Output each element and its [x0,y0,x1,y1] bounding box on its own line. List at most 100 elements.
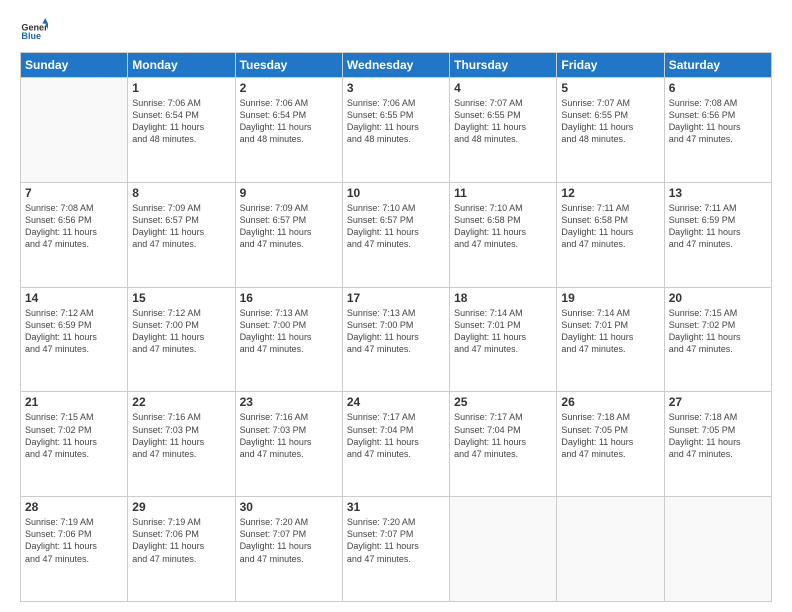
calendar-cell: 20 Sunrise: 7:15 AM Sunset: 7:02 PM Dayli… [664,287,771,392]
day-number: 26 [561,395,659,409]
day-info: Sunrise: 7:06 AM Sunset: 6:54 PM Dayligh… [240,97,338,146]
day-info: Sunrise: 7:19 AM Sunset: 7:06 PM Dayligh… [132,516,230,565]
calendar-cell: 4 Sunrise: 7:07 AM Sunset: 6:55 PM Daylig… [450,78,557,183]
day-info: Sunrise: 7:19 AM Sunset: 7:06 PM Dayligh… [25,516,123,565]
calendar-cell: 22 Sunrise: 7:16 AM Sunset: 7:03 PM Dayli… [128,392,235,497]
day-info: Sunrise: 7:12 AM Sunset: 6:59 PM Dayligh… [25,307,123,356]
svg-text:Blue: Blue [21,31,41,41]
calendar-cell: 30 Sunrise: 7:20 AM Sunset: 7:07 PM Dayli… [235,497,342,602]
day-number: 18 [454,291,552,305]
calendar-cell: 3 Sunrise: 7:06 AM Sunset: 6:55 PM Daylig… [342,78,449,183]
calendar-cell: 1 Sunrise: 7:06 AM Sunset: 6:54 PM Daylig… [128,78,235,183]
day-number: 2 [240,81,338,95]
day-number: 9 [240,186,338,200]
day-info: Sunrise: 7:14 AM Sunset: 7:01 PM Dayligh… [454,307,552,356]
day-info: Sunrise: 7:18 AM Sunset: 7:05 PM Dayligh… [561,411,659,460]
calendar-cell: 17 Sunrise: 7:13 AM Sunset: 7:00 PM Dayli… [342,287,449,392]
day-info: Sunrise: 7:14 AM Sunset: 7:01 PM Dayligh… [561,307,659,356]
day-info: Sunrise: 7:07 AM Sunset: 6:55 PM Dayligh… [454,97,552,146]
calendar-cell: 23 Sunrise: 7:16 AM Sunset: 7:03 PM Dayli… [235,392,342,497]
day-info: Sunrise: 7:13 AM Sunset: 7:00 PM Dayligh… [347,307,445,356]
day-number: 15 [132,291,230,305]
day-number: 14 [25,291,123,305]
day-info: Sunrise: 7:11 AM Sunset: 6:58 PM Dayligh… [561,202,659,251]
calendar-week-row: 14 Sunrise: 7:12 AM Sunset: 6:59 PM Dayli… [21,287,772,392]
day-info: Sunrise: 7:10 AM Sunset: 6:57 PM Dayligh… [347,202,445,251]
day-number: 29 [132,500,230,514]
weekday-header: Monday [128,53,235,78]
weekday-header: Wednesday [342,53,449,78]
day-info: Sunrise: 7:15 AM Sunset: 7:02 PM Dayligh… [669,307,767,356]
calendar-cell: 13 Sunrise: 7:11 AM Sunset: 6:59 PM Dayli… [664,182,771,287]
calendar-cell: 11 Sunrise: 7:10 AM Sunset: 6:58 PM Dayli… [450,182,557,287]
day-info: Sunrise: 7:18 AM Sunset: 7:05 PM Dayligh… [669,411,767,460]
day-number: 7 [25,186,123,200]
calendar-cell: 31 Sunrise: 7:20 AM Sunset: 7:07 PM Dayli… [342,497,449,602]
day-number: 4 [454,81,552,95]
day-number: 20 [669,291,767,305]
day-number: 21 [25,395,123,409]
day-number: 22 [132,395,230,409]
day-number: 13 [669,186,767,200]
day-info: Sunrise: 7:17 AM Sunset: 7:04 PM Dayligh… [454,411,552,460]
day-number: 11 [454,186,552,200]
day-info: Sunrise: 7:09 AM Sunset: 6:57 PM Dayligh… [240,202,338,251]
weekday-header: Saturday [664,53,771,78]
calendar-cell: 16Sunrise: 7:13 AM Sunset: 7:00 PM Dayli… [235,287,342,392]
calendar-cell: 21 Sunrise: 7:15 AM Sunset: 7:02 PM Dayli… [21,392,128,497]
day-info: Sunrise: 7:16 AM Sunset: 7:03 PM Dayligh… [132,411,230,460]
day-number: 19 [561,291,659,305]
day-number: 28 [25,500,123,514]
day-number: 8 [132,186,230,200]
calendar-week-row: 28 Sunrise: 7:19 AM Sunset: 7:06 PM Dayli… [21,497,772,602]
calendar-cell: 27 Sunrise: 7:18 AM Sunset: 7:05 PM Dayli… [664,392,771,497]
calendar-cell: 8 Sunrise: 7:09 AM Sunset: 6:57 PM Daylig… [128,182,235,287]
calendar-cell: 15 Sunrise: 7:12 AM Sunset: 7:00 PM Dayli… [128,287,235,392]
day-info: Sunrise: 7:17 AM Sunset: 7:04 PM Dayligh… [347,411,445,460]
calendar-cell: 26 Sunrise: 7:18 AM Sunset: 7:05 PM Dayli… [557,392,664,497]
day-number: 27 [669,395,767,409]
day-info: Sunrise: 7:15 AM Sunset: 7:02 PM Dayligh… [25,411,123,460]
day-number: 23 [240,395,338,409]
day-info: Sunrise: 7:16 AM Sunset: 7:03 PM Dayligh… [240,411,338,460]
day-number: 31 [347,500,445,514]
day-info: Sunrise: 7:13 AM Sunset: 7:00 PM Dayligh… [240,307,338,356]
calendar-cell: 28 Sunrise: 7:19 AM Sunset: 7:06 PM Dayli… [21,497,128,602]
weekday-header: Thursday [450,53,557,78]
calendar-cell: 10 Sunrise: 7:10 AM Sunset: 6:57 PM Dayli… [342,182,449,287]
day-number: 24 [347,395,445,409]
weekday-header: Tuesday [235,53,342,78]
calendar-header-row: SundayMondayTuesdayWednesdayThursdayFrid… [21,53,772,78]
calendar-cell: 9 Sunrise: 7:09 AM Sunset: 6:57 PM Daylig… [235,182,342,287]
calendar-cell: 7Sunrise: 7:08 AM Sunset: 6:56 PM Daylig… [21,182,128,287]
calendar-week-row: 1 Sunrise: 7:06 AM Sunset: 6:54 PM Daylig… [21,78,772,183]
day-info: Sunrise: 7:11 AM Sunset: 6:59 PM Dayligh… [669,202,767,251]
weekday-header: Friday [557,53,664,78]
day-info: Sunrise: 7:20 AM Sunset: 7:07 PM Dayligh… [347,516,445,565]
day-info: Sunrise: 7:09 AM Sunset: 6:57 PM Dayligh… [132,202,230,251]
day-info: Sunrise: 7:10 AM Sunset: 6:58 PM Dayligh… [454,202,552,251]
calendar-cell: 12 Sunrise: 7:11 AM Sunset: 6:58 PM Dayli… [557,182,664,287]
day-info: Sunrise: 7:06 AM Sunset: 6:54 PM Dayligh… [132,97,230,146]
day-number: 3 [347,81,445,95]
day-info: Sunrise: 7:20 AM Sunset: 7:07 PM Dayligh… [240,516,338,565]
day-number: 30 [240,500,338,514]
day-number: 25 [454,395,552,409]
day-info: Sunrise: 7:06 AM Sunset: 6:55 PM Dayligh… [347,97,445,146]
day-number: 17 [347,291,445,305]
day-number: 1 [132,81,230,95]
calendar-cell: 6Sunrise: 7:08 AM Sunset: 6:56 PM Daylig… [664,78,771,183]
calendar-cell: 29 Sunrise: 7:19 AM Sunset: 7:06 PM Dayli… [128,497,235,602]
calendar-cell: 19 Sunrise: 7:14 AM Sunset: 7:01 PM Dayli… [557,287,664,392]
logo-icon: General Blue [20,18,48,46]
calendar-cell [21,78,128,183]
day-number: 10 [347,186,445,200]
calendar-cell: 2 Sunrise: 7:06 AM Sunset: 6:54 PM Daylig… [235,78,342,183]
calendar-cell: 25 Sunrise: 7:17 AM Sunset: 7:04 PM Dayli… [450,392,557,497]
calendar-cell: 24 Sunrise: 7:17 AM Sunset: 7:04 PM Dayli… [342,392,449,497]
calendar-cell: 5Sunrise: 7:07 AM Sunset: 6:55 PM Daylig… [557,78,664,183]
header: General Blue [20,18,772,46]
day-number: 12 [561,186,659,200]
calendar-cell [664,497,771,602]
day-info: Sunrise: 7:12 AM Sunset: 7:00 PM Dayligh… [132,307,230,356]
